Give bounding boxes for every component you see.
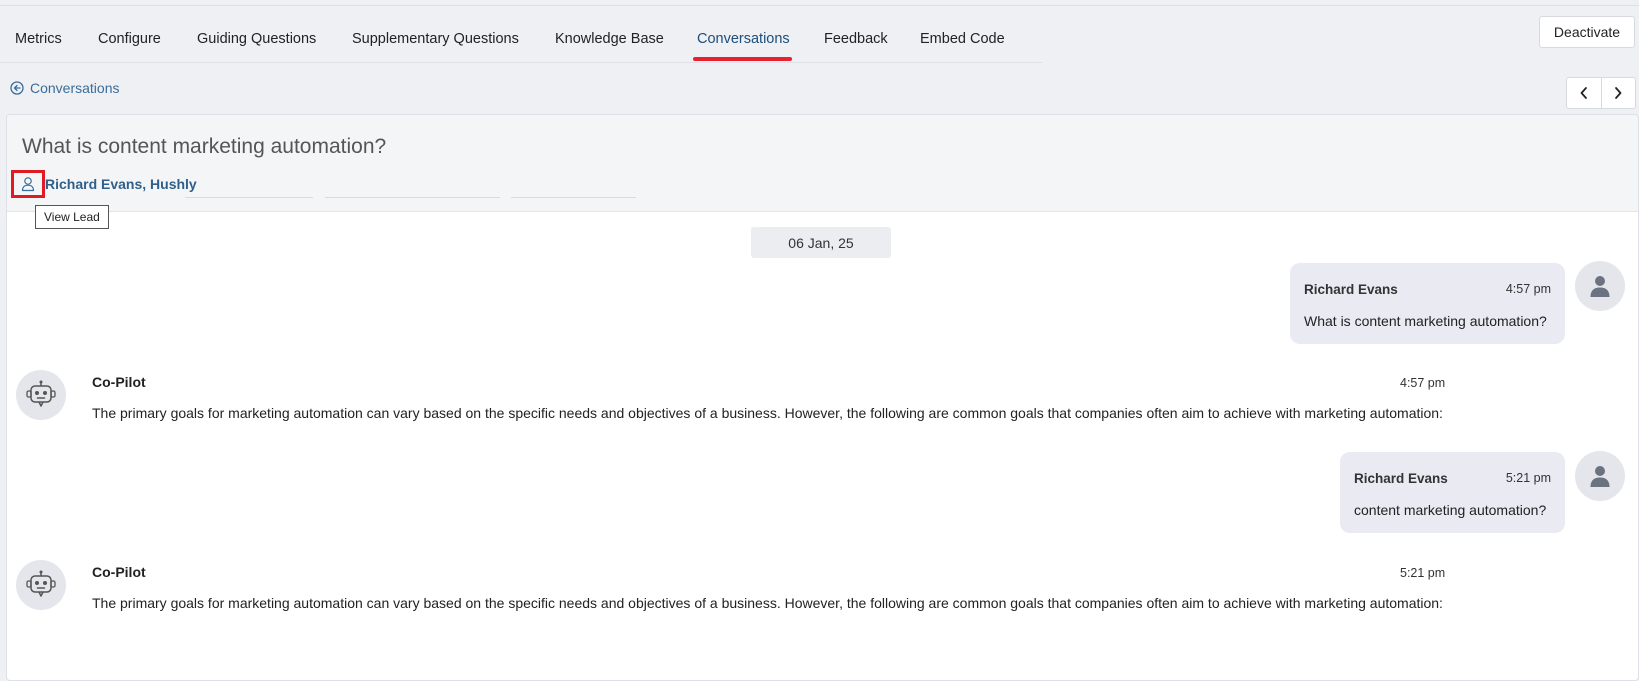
user-message-bubble: Richard Evans 4:57 pm What is content ma… xyxy=(1290,263,1565,344)
message-text: content marketing automation? xyxy=(1354,502,1547,518)
tab-guiding-questions[interactable]: Guiding Questions xyxy=(197,31,316,47)
tab-configure[interactable]: Configure xyxy=(98,31,161,47)
message-sender: Richard Evans xyxy=(1304,282,1398,297)
message-sender: Co-Pilot xyxy=(92,564,146,580)
chevron-right-icon xyxy=(1615,87,1622,99)
message-time: 5:21 pm xyxy=(1505,471,1551,485)
tab-supplementary-questions[interactable]: Supplementary Questions xyxy=(352,31,519,47)
message-sender: Co-Pilot xyxy=(92,374,146,390)
lead-name-link[interactable]: Richard Evans, Hushly xyxy=(45,176,197,192)
message-text: What is content marketing automation? xyxy=(1304,313,1547,329)
chevron-left-icon xyxy=(1580,87,1587,99)
top-divider xyxy=(0,5,1639,6)
message-text: The primary goals for marketing automati… xyxy=(92,595,1443,611)
message-time: 5:21 pm xyxy=(1400,566,1446,580)
message-text: The primary goals for marketing automati… xyxy=(92,405,1443,421)
active-tab-indicator xyxy=(693,57,792,61)
lead-row: Richard Evans, Hushly xyxy=(11,170,197,198)
robot-icon xyxy=(26,380,56,407)
view-lead-tooltip: View Lead xyxy=(35,205,109,229)
user-message-bubble: Richard Evans 5:21 pm content marketing … xyxy=(1340,452,1565,533)
deactivate-button[interactable]: Deactivate xyxy=(1539,16,1635,48)
conversation-panel: What is content marketing automation? Ri… xyxy=(6,114,1639,681)
user-outline-icon xyxy=(21,177,35,192)
conversation-header: What is content marketing automation? Ri… xyxy=(7,115,1638,212)
next-conversation-button[interactable] xyxy=(1600,78,1635,108)
tab-feedback[interactable]: Feedback xyxy=(824,31,888,47)
tab-knowledge-base[interactable]: Knowledge Base xyxy=(555,31,664,47)
tab-metrics[interactable]: Metrics xyxy=(15,31,62,47)
user-icon xyxy=(1590,466,1610,487)
lead-field-underline xyxy=(325,197,500,198)
lead-field-underline xyxy=(511,197,636,198)
message-sender: Richard Evans xyxy=(1354,471,1448,486)
date-separator: 06 Jan, 25 xyxy=(751,227,891,258)
bot-avatar xyxy=(16,560,66,610)
lead-field-underline xyxy=(185,197,313,198)
back-link-label: Conversations xyxy=(30,80,120,96)
back-to-conversations-link[interactable]: Conversations xyxy=(10,80,120,96)
tab-conversations[interactable]: Conversations xyxy=(697,31,790,47)
bot-avatar xyxy=(16,370,66,420)
message-time: 4:57 pm xyxy=(1400,376,1446,390)
message-time: 4:57 pm xyxy=(1505,282,1551,296)
view-lead-button[interactable] xyxy=(11,170,45,198)
conversation-pager xyxy=(1566,77,1636,109)
arrow-left-circle-icon xyxy=(10,81,24,95)
conversation-title: What is content marketing automation? xyxy=(22,135,387,158)
user-icon xyxy=(1590,276,1610,297)
user-avatar xyxy=(1575,261,1625,311)
tab-embed-code[interactable]: Embed Code xyxy=(920,31,1005,47)
previous-conversation-button[interactable] xyxy=(1567,78,1601,108)
robot-icon xyxy=(26,570,56,597)
tab-bar: Metrics Configure Guiding Questions Supp… xyxy=(0,20,1042,63)
user-avatar xyxy=(1575,451,1625,501)
